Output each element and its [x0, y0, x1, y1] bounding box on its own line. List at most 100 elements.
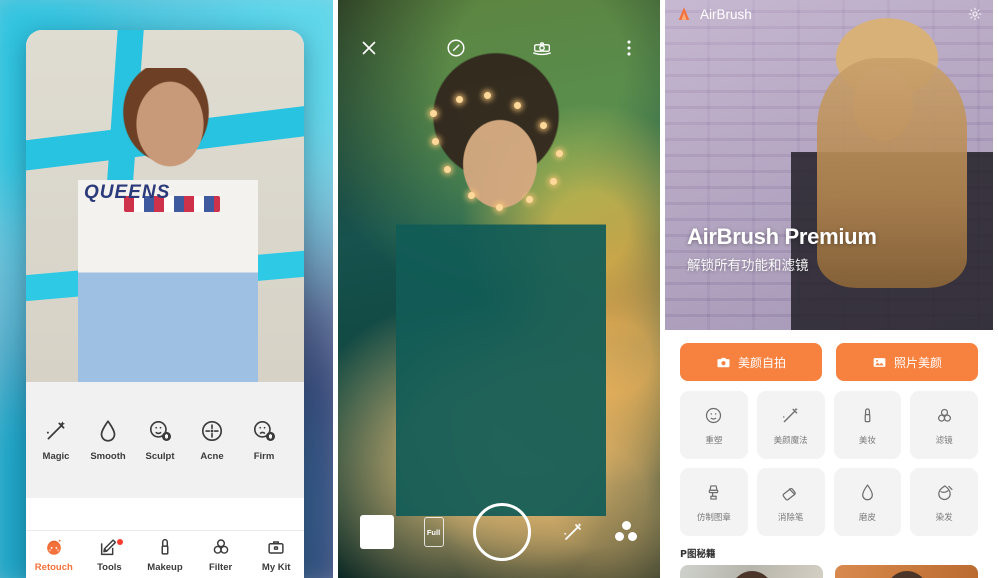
tips-card[interactable] — [680, 565, 823, 578]
beauty-selfie-button[interactable]: 美颜自拍 — [680, 343, 822, 381]
panel-camera: Full — [333, 0, 665, 578]
tools-badge-dot — [117, 539, 124, 545]
droplet-icon — [95, 418, 121, 444]
nav-item-filter[interactable]: Filter — [193, 531, 249, 578]
toolbox-icon — [265, 536, 287, 558]
feature-label: 染发 — [935, 512, 953, 523]
tool-acne[interactable]: Acne — [186, 418, 238, 462]
feature-label: 磨皮 — [858, 512, 876, 523]
feature-filter[interactable]: 滤镜 — [910, 391, 978, 459]
tool-label: Firm — [253, 451, 275, 462]
aspect-ratio-button[interactable]: Full — [423, 517, 444, 547]
timer-icon[interactable] — [445, 37, 467, 59]
feature-label: 仿制图章 — [696, 512, 731, 523]
filter-circles-icon — [210, 536, 232, 558]
tool-label: Smooth — [90, 451, 126, 462]
more-vert-icon[interactable] — [618, 37, 640, 59]
nav-item-label: Tools — [97, 562, 122, 573]
feature-eraser[interactable]: 消除笔 — [756, 468, 825, 536]
shutter-button[interactable] — [473, 503, 531, 561]
clone-stamp-icon — [703, 482, 724, 503]
phone-mockup-retouch: QUEENS Magic Smooth Sculpt Acne Firm Ret… — [26, 30, 304, 578]
lipstick-icon — [857, 405, 878, 426]
feature-makeup[interactable]: 美妆 — [833, 391, 902, 459]
banner-subtitle: 解锁所有功能和滤镜 — [687, 258, 809, 274]
tool-label: Magic — [42, 451, 70, 462]
face-firm-icon — [251, 418, 277, 444]
gear-icon[interactable] — [967, 6, 983, 22]
tool-firm[interactable]: Firm — [238, 418, 290, 462]
face-reshape-icon — [703, 405, 724, 426]
magic-wand-icon[interactable] — [561, 520, 585, 544]
camera-bottom-bar[interactable]: Full — [338, 500, 660, 564]
nav-item-retouch[interactable]: Retouch — [26, 531, 82, 578]
tool-smooth[interactable]: Smooth — [82, 418, 134, 462]
filter-dots-icon[interactable] — [614, 521, 638, 543]
nav-item-label: My Kit — [261, 562, 291, 573]
nav-item-label: Retouch — [34, 562, 73, 573]
feature-smooth[interactable]: 磨皮 — [833, 468, 902, 536]
screenshot-root: QUEENS Magic Smooth Sculpt Acne Firm Ret… — [0, 0, 998, 578]
tool-magic[interactable]: Magic — [30, 418, 82, 462]
photo-subject-graphic: QUEENS — [84, 182, 171, 203]
tool-wrinkle-partial[interactable]: W — [290, 418, 304, 462]
retouch-tool-strip[interactable]: Magic Smooth Sculpt Acne Firm — [26, 382, 304, 498]
photo-subject — [78, 68, 258, 382]
tool-label: Acne — [200, 451, 224, 462]
nav-item-makeup[interactable]: Makeup — [137, 531, 193, 578]
hair-dye-icon — [934, 482, 955, 503]
photo-beauty-button[interactable]: 照片美颜 — [836, 343, 978, 381]
gallery-thumbnail[interactable] — [360, 515, 394, 549]
fairy-lights-decoration — [422, 92, 582, 212]
bottom-nav-retouch[interactable]: Retouch Tools Makeup Filter My Kit — [26, 530, 304, 578]
acne-target-icon — [199, 418, 225, 444]
banner-title: AirBrush Premium — [687, 224, 877, 249]
feature-label: 滤镜 — [935, 435, 953, 446]
nav-item-my-kit[interactable]: My Kit — [248, 531, 304, 578]
tips-section-title: P图秘籍 — [680, 549, 716, 560]
photo-beauty-label: 照片美颜 — [893, 355, 942, 370]
photo-icon — [872, 355, 887, 370]
magic-wand-icon — [43, 418, 69, 444]
magic-wand-icon — [780, 405, 801, 426]
tool-sculpt[interactable]: Sculpt — [134, 418, 186, 462]
editor-photo-canvas[interactable]: QUEENS — [26, 30, 304, 382]
face-sculpt-icon — [147, 418, 173, 444]
banner-text: AirBrush Premium 解锁所有功能和滤镜 — [687, 224, 877, 274]
tips-card[interactable] — [835, 565, 978, 578]
filter-circles-icon — [934, 405, 955, 426]
flip-camera-icon[interactable] — [531, 37, 553, 59]
nav-item-label: Filter — [208, 562, 233, 573]
tips-section: P图秘籍 — [665, 536, 993, 578]
beauty-selfie-label: 美颜自拍 — [737, 355, 786, 370]
panel-retouch-editor: QUEENS Magic Smooth Sculpt Acne Firm Ret… — [0, 0, 333, 578]
close-icon[interactable] — [358, 37, 380, 59]
feature-reshape[interactable]: 重塑 — [680, 391, 748, 459]
feature-magic[interactable]: 美颜魔法 — [756, 391, 825, 459]
tips-card-row[interactable] — [680, 565, 978, 578]
retouch-face-icon — [43, 536, 65, 558]
airbrush-logo-icon — [675, 5, 693, 23]
nav-item-tools[interactable]: Tools — [82, 531, 138, 578]
aspect-ratio-label: Full — [426, 527, 441, 537]
feature-label: 美颜魔法 — [773, 435, 808, 446]
nav-item-label: Makeup — [147, 562, 183, 573]
feature-grid[interactable]: 重塑 美颜魔法 美妆 滤镜 仿制图章 消除笔 磨皮 染发 — [665, 381, 993, 536]
app-title: AirBrush — [700, 6, 752, 22]
feature-label: 重塑 — [705, 435, 723, 446]
tool-label: Sculpt — [145, 451, 175, 462]
camera-top-bar[interactable] — [338, 28, 660, 68]
eraser-icon — [780, 482, 801, 503]
primary-action-row[interactable]: 美颜自拍 照片美颜 — [665, 330, 993, 381]
lipstick-icon — [154, 536, 176, 558]
droplet-icon — [857, 482, 878, 503]
feature-clone-stamp[interactable]: 仿制图章 — [680, 468, 748, 536]
feature-label: 美妆 — [858, 435, 876, 446]
wrinkle-icon — [303, 418, 304, 444]
app-header: AirBrush — [665, 0, 993, 28]
premium-banner[interactable]: AirBrush AirBrush Premium 解锁所有功能和滤镜 — [665, 0, 993, 330]
feature-hair-dye[interactable]: 染发 — [910, 468, 978, 536]
camera-icon — [716, 355, 731, 370]
feature-label: 消除笔 — [777, 512, 804, 523]
panel-home: AirBrush AirBrush Premium 解锁所有功能和滤镜 美颜自拍… — [665, 0, 993, 578]
